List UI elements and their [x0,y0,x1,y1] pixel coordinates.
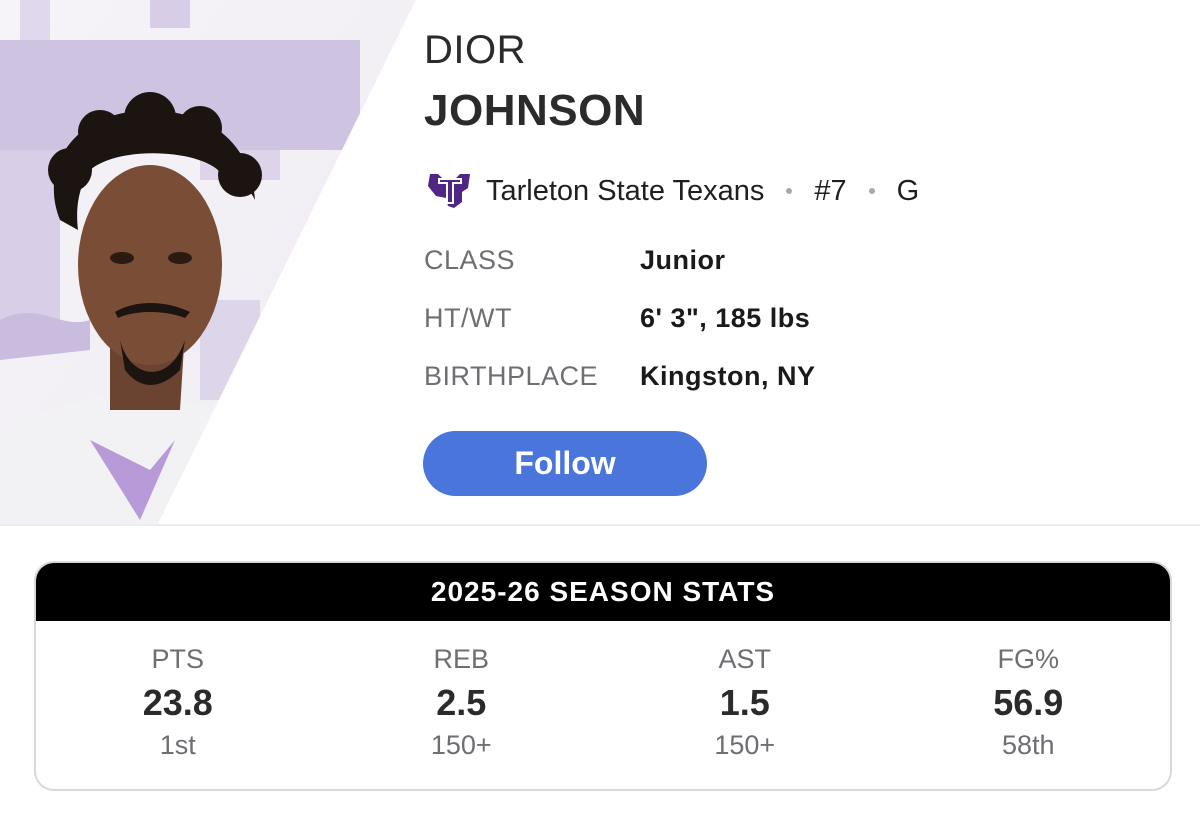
bio-value-ht-wt: 6' 3", 185 lbs [640,303,811,333]
bio-value-class: Junior [640,245,726,275]
stat-label: REB [433,644,490,674]
season-stats-card: 2025-26 SEASON STATS PTS 23.8 1st REB 2.… [34,561,1172,791]
bio-label-class: CLASS [424,245,516,275]
divider [0,524,1200,526]
player-header: DIOR JOHNSON Tarleton State Texans #7 G … [0,0,1200,524]
bio-table: CLASS Junior HT/WT 6' 3", 185 lbs BIRTHP… [424,244,816,392]
separator-dot [786,188,793,194]
bio-label-ht-wt: HT/WT [424,303,512,333]
team-name[interactable]: Tarleton State Texans [486,175,764,208]
stat-label: FG% [997,644,1059,674]
team-logo-icon[interactable] [424,168,476,214]
stat-rank: 58th [1001,730,1055,760]
stat-ast: AST 1.5 150+ [603,621,887,789]
season-stats-title: 2025-26 SEASON STATS [36,563,1170,621]
stat-value: 23.8 [142,682,213,723]
jersey-number: #7 [814,174,847,207]
stats-grid: PTS 23.8 1st REB 2.5 150+ AST 1.5 150+ F… [36,621,1170,789]
stat-value: 56.9 [993,682,1064,723]
player-first-name: DIOR [424,28,526,72]
team-info-row: Tarleton State Texans #7 G [424,168,919,214]
stat-value: 1.5 [719,682,770,723]
player-last-name: JOHNSON [424,86,646,135]
stat-value: 2.5 [436,682,487,723]
stat-label: PTS [151,644,204,674]
stat-rank: 150+ [430,730,492,760]
separator-dot [868,188,875,194]
bio-label-birthplace: BIRTHPLACE [424,361,599,391]
player-photo [0,0,420,524]
stat-label: AST [718,644,771,674]
follow-button[interactable]: Follow [423,431,707,496]
stat-pts: PTS 23.8 1st [36,621,320,789]
stat-reb: REB 2.5 150+ [320,621,604,789]
stat-fg-pct: FG% 56.9 58th [887,621,1171,789]
stat-rank: 1st [159,730,196,760]
player-position: G [896,174,920,207]
bio-value-birthplace: Kingston, NY [640,361,816,391]
stat-rank: 150+ [714,730,776,760]
